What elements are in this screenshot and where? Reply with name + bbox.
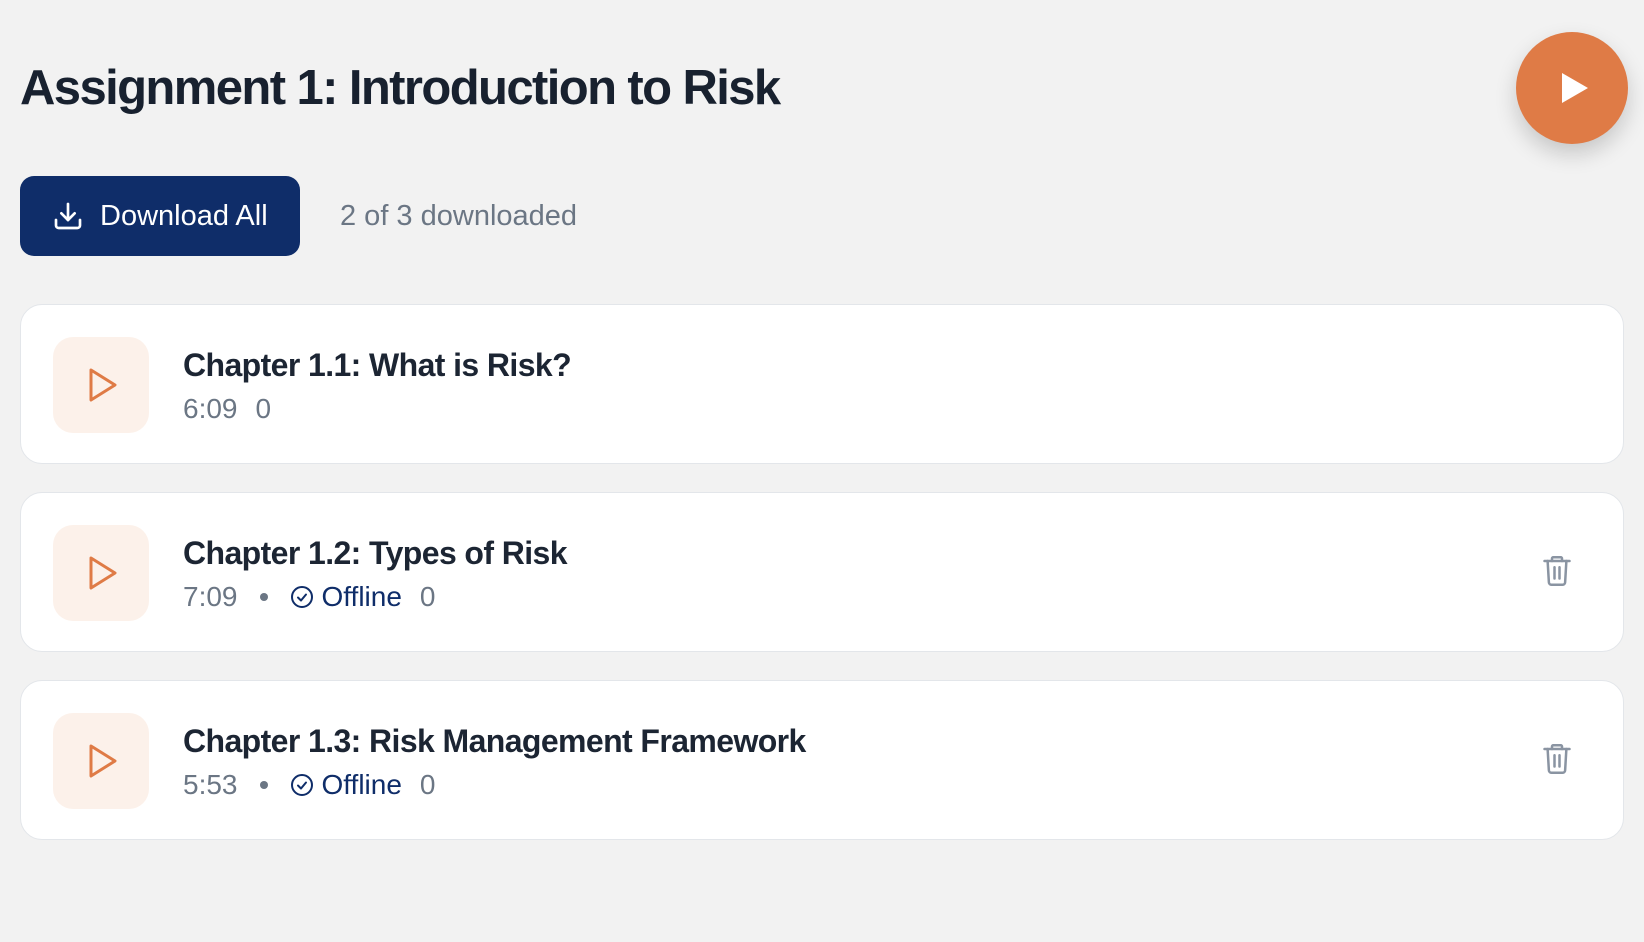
download-status: 2 of 3 downloaded	[340, 200, 578, 232]
separator-dot	[259, 781, 268, 789]
chapter-play-button[interactable]	[53, 713, 149, 809]
play-all-button[interactable]	[1516, 32, 1628, 144]
chapter-title: Chapter 1.3: Risk Management Framework	[183, 723, 806, 759]
offline-badge: Offline	[290, 767, 402, 803]
chapter-duration: 6:09	[183, 393, 238, 424]
page-title: Assignment 1: Introduction to Risk	[20, 61, 781, 115]
play-icon	[89, 744, 117, 778]
chapter-meta: 5:53 Offline 0	[183, 767, 436, 803]
chapter-meta: 6:09 0	[183, 391, 271, 427]
download-icon	[54, 202, 82, 230]
chapter-play-button[interactable]	[53, 337, 149, 433]
play-icon	[89, 556, 117, 590]
chapter-list: Chapter 1.1: What is Risk? 6:09 0 Chapte…	[20, 304, 1624, 868]
chapter-duration: 5:53	[183, 769, 238, 800]
delete-download-button[interactable]	[1537, 551, 1577, 591]
chapter-title: Chapter 1.1: What is Risk?	[183, 347, 572, 383]
offline-label: Offline	[321, 769, 402, 800]
chapter-meta: 7:09 Offline 0	[183, 579, 436, 615]
chapter-count: 0	[419, 769, 436, 800]
download-all-label: Download All	[100, 199, 268, 232]
offline-badge: Offline	[290, 579, 402, 615]
chapter-title: Chapter 1.2: Types of Risk	[183, 535, 568, 571]
check-circle-icon	[290, 586, 313, 608]
chapter-item[interactable]: Chapter 1.3: Risk Management Framework 5…	[20, 680, 1624, 840]
offline-label: Offline	[321, 581, 402, 612]
delete-download-button[interactable]	[1537, 739, 1577, 779]
chapter-count: 0	[419, 581, 436, 612]
chapter-duration: 7:09	[183, 581, 238, 612]
play-icon	[89, 368, 117, 402]
check-circle-icon	[290, 774, 313, 796]
chapter-count: 0	[255, 393, 272, 424]
play-icon	[1562, 73, 1588, 103]
chapter-item[interactable]: Chapter 1.1: What is Risk? 6:09 0	[20, 304, 1624, 464]
trash-icon	[1543, 556, 1571, 586]
chapter-item[interactable]: Chapter 1.2: Types of Risk 7:09 Offline …	[20, 492, 1624, 652]
download-all-button[interactable]: Download All	[20, 176, 300, 256]
trash-icon	[1543, 744, 1571, 774]
chapter-play-button[interactable]	[53, 525, 149, 621]
separator-dot	[259, 593, 268, 601]
